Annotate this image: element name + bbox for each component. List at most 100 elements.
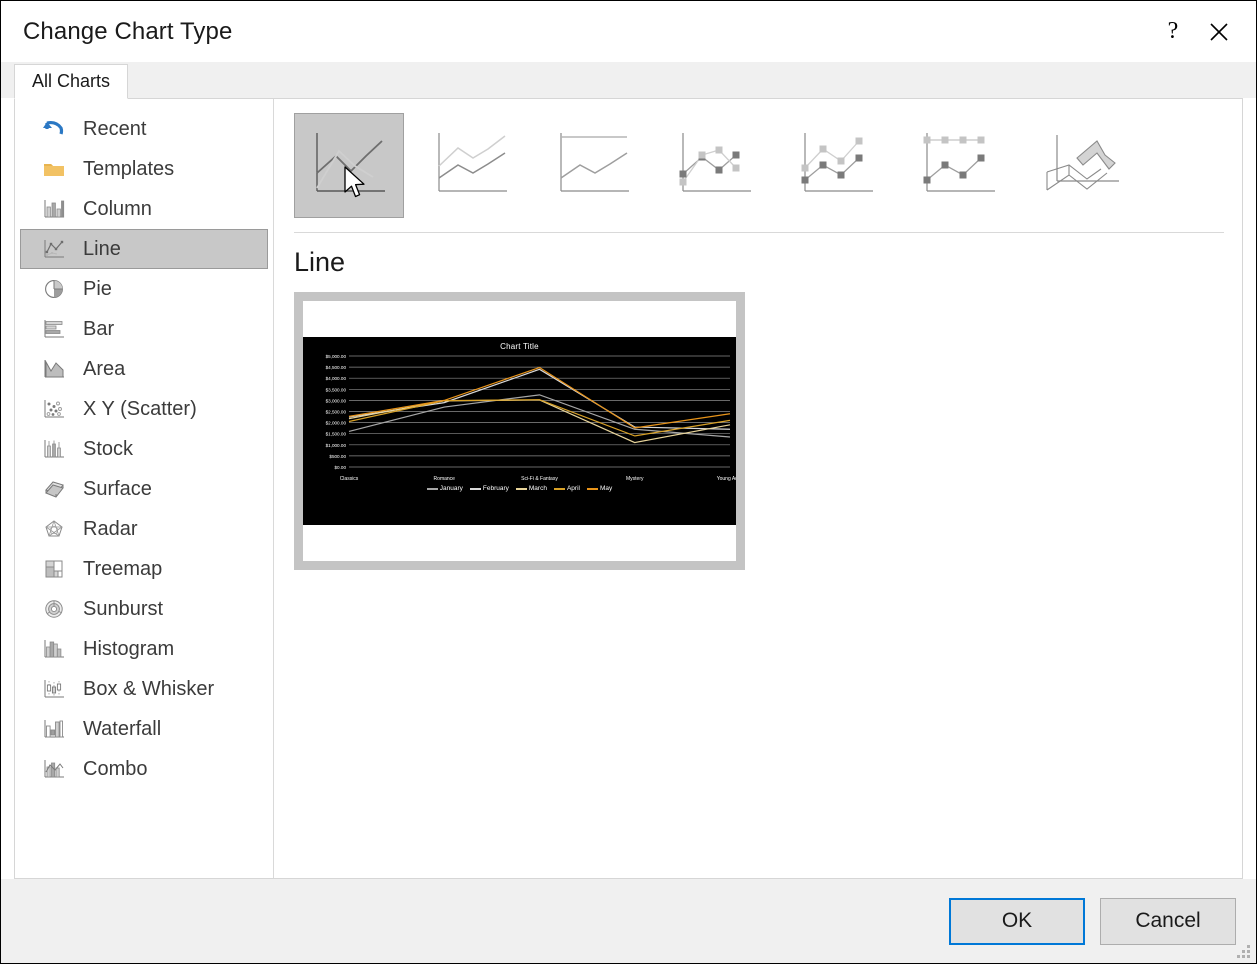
subtype-pane: Line Chart Title $0.00 $500.00 $1,000.00 $1… <box>274 99 1242 878</box>
subtype-thumbnail-row <box>290 107 1242 218</box>
folder-icon <box>39 156 69 182</box>
svg-text:$2,500.00: $2,500.00 <box>326 410 347 415</box>
close-icon[interactable] <box>1196 10 1242 54</box>
tab-strip: All Charts <box>1 62 1256 99</box>
sidebar-item-sunburst[interactable]: Sunburst <box>20 589 268 629</box>
sidebar-item-label: Stock <box>83 437 134 460</box>
sidebar-item-radar[interactable]: Radar <box>20 509 268 549</box>
sidebar-item-label: Waterfall <box>83 717 162 740</box>
bar-chart-icon <box>39 316 69 342</box>
sidebar-item-surface[interactable]: Surface <box>20 469 268 509</box>
sidebar-item-area[interactable]: Area <box>20 349 268 389</box>
subtype-thumb-stacked-line-with-markers[interactable] <box>782 113 892 218</box>
chart-category-sidebar: Recent Templates Column Line Pie Bar Are… <box>15 99 274 878</box>
chart-title: Chart Title <box>500 342 539 351</box>
recent-undo-icon <box>39 116 69 142</box>
resize-grip[interactable] <box>1237 945 1251 959</box>
sidebar-item-label: Radar <box>83 517 138 540</box>
legend-label: January <box>439 485 463 492</box>
sidebar-item-line[interactable]: Line <box>20 229 268 269</box>
sidebar-item-label: Box & Whisker <box>83 677 215 700</box>
svg-text:$3,500.00: $3,500.00 <box>326 387 347 392</box>
subtype-thumb-stacked-line[interactable] <box>416 113 526 218</box>
subtype-thumb-100-stacked-line-with-markers[interactable] <box>904 113 1014 218</box>
svg-text:$0.00: $0.00 <box>335 465 347 470</box>
subtype-thumb-3d-line[interactable] <box>1026 113 1136 218</box>
chart-preview-canvas: Chart Title $0.00 $500.00 $1,000.00 $1,500.… <box>303 301 736 561</box>
scatter-chart-icon <box>39 396 69 422</box>
histogram-icon <box>39 636 69 662</box>
sidebar-item-box-whisker[interactable]: Box & Whisker <box>20 669 268 709</box>
svg-text:$1,500.00: $1,500.00 <box>326 432 347 437</box>
sidebar-item-waterfall[interactable]: Waterfall <box>20 709 268 749</box>
ok-button[interactable]: OK <box>949 897 1085 945</box>
svg-text:$500.00: $500.00 <box>329 454 346 459</box>
box-whisker-icon <box>39 676 69 702</box>
tab-all-charts[interactable]: All Charts <box>14 64 129 99</box>
subtype-thumb-100-stacked-line[interactable] <box>538 113 648 218</box>
sidebar-item-label: Recent <box>83 117 147 140</box>
dialog-title: Change Chart Type <box>23 17 233 45</box>
svg-text:$4,500.00: $4,500.00 <box>326 365 347 370</box>
svg-text:$2,000.00: $2,000.00 <box>326 421 347 426</box>
area-chart-icon <box>39 356 69 382</box>
sidebar-item-label: Histogram <box>83 637 175 660</box>
sidebar-item-templates[interactable]: Templates <box>20 149 268 189</box>
stock-chart-icon <box>39 436 69 462</box>
sidebar-item-combo[interactable]: Combo <box>20 749 268 789</box>
title-bar: Change Chart Type ? <box>1 1 1256 62</box>
svg-text:Mystery: Mystery <box>626 476 644 482</box>
sunburst-icon <box>39 596 69 622</box>
legend-label: March <box>528 485 547 492</box>
sidebar-item-label: Surface <box>83 477 152 500</box>
legend-swatch <box>553 487 565 490</box>
sidebar-item-histogram[interactable]: Histogram <box>20 629 268 669</box>
treemap-icon <box>39 556 69 582</box>
legend-item: March <box>515 485 547 492</box>
sidebar-item-label: Combo <box>83 757 148 780</box>
legend-label: May <box>599 485 613 492</box>
chart-legend: January February March April May <box>303 485 736 492</box>
content-area: Recent Templates Column Line Pie Bar Are… <box>14 98 1243 879</box>
waterfall-icon <box>39 716 69 742</box>
svg-text:$4,000.00: $4,000.00 <box>326 376 347 381</box>
svg-text:$3,000.00: $3,000.00 <box>326 398 347 403</box>
legend-label: February <box>482 485 509 492</box>
pie-chart-icon <box>39 276 69 302</box>
change-chart-type-dialog: Change Chart Type ? All Charts Recent Te… <box>0 0 1257 964</box>
svg-text:Sci-Fi & Fantasy: Sci-Fi & Fantasy <box>521 476 558 482</box>
subtype-thumb-line[interactable] <box>294 113 404 218</box>
help-icon[interactable]: ? <box>1150 10 1196 54</box>
legend-item: February <box>469 485 509 492</box>
line-chart-icon <box>39 236 69 262</box>
sidebar-item-column[interactable]: Column <box>20 189 268 229</box>
legend-swatch <box>515 487 527 490</box>
svg-text:Young Adult: Young Adult <box>717 476 736 482</box>
svg-text:$5,000.00: $5,000.00 <box>326 354 347 359</box>
chart-preview-frame[interactable]: Chart Title $0.00 $500.00 $1,000.00 $1,500.… <box>294 292 745 570</box>
combo-chart-icon <box>39 756 69 782</box>
legend-swatch <box>586 487 598 490</box>
mouse-pointer-icon <box>343 166 369 200</box>
chart-plot-area: $0.00 $500.00 $1,000.00 $1,500.00 $2,000.00 $… <box>303 352 736 484</box>
sidebar-item-bar[interactable]: Bar <box>20 309 268 349</box>
svg-text:$1,000.00: $1,000.00 <box>326 443 347 448</box>
sidebar-item-treemap[interactable]: Treemap <box>20 549 268 589</box>
chart-svg: $0.00 $500.00 $1,000.00 $1,500.00 $2,000.00 $… <box>326 354 736 482</box>
subtype-heading: Line <box>294 247 346 277</box>
sidebar-item-label: Treemap <box>83 557 163 580</box>
subtype-thumb-line-with-markers[interactable] <box>660 113 770 218</box>
sidebar-item-label: X Y (Scatter) <box>83 397 197 420</box>
sidebar-item-xy-scatter[interactable]: X Y (Scatter) <box>20 389 268 429</box>
sidebar-item-stock[interactable]: Stock <box>20 429 268 469</box>
sidebar-item-label: Pie <box>83 277 112 300</box>
surface-chart-icon <box>39 476 69 502</box>
sidebar-item-label: Column <box>83 197 152 220</box>
legend-item: January <box>426 485 463 492</box>
legend-item: April <box>553 485 580 492</box>
sidebar-item-label: Sunburst <box>83 597 164 620</box>
sidebar-item-recent[interactable]: Recent <box>20 109 268 149</box>
legend-swatch <box>469 487 481 490</box>
sidebar-item-pie[interactable]: Pie <box>20 269 268 309</box>
cancel-button[interactable]: Cancel <box>1100 897 1236 945</box>
